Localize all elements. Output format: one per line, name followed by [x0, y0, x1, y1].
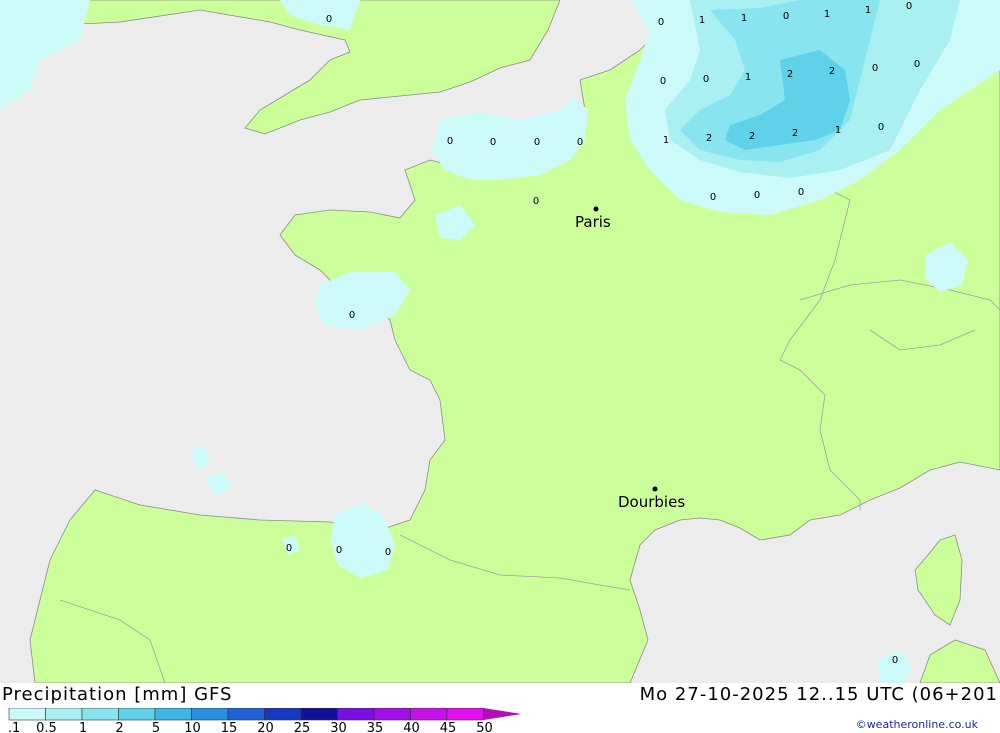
- contour-label: 0: [798, 187, 804, 198]
- legend-tick-label: 0.5: [36, 721, 57, 733]
- legend-swatch: [446, 708, 484, 721]
- contour-label: 0: [447, 136, 453, 147]
- precipitation-map: 0 0 1 1 0 1 1 0 0 0 1 2 2 0 0 0 0 0 0 1 …: [0, 0, 1000, 683]
- map-footer: Precipitation [mm] GFS Mo 27-10-2025 12.…: [0, 683, 1000, 733]
- legend-swatch: [118, 708, 156, 721]
- contour-label: 0: [703, 74, 709, 85]
- color-legend: 0.10.5125101520253035404550: [8, 708, 522, 733]
- contour-label: 0: [878, 122, 884, 133]
- legend-tick-label: 20: [257, 721, 274, 733]
- contour-label: 2: [792, 128, 798, 139]
- legend-swatch: [191, 708, 229, 721]
- legend-swatch: [337, 708, 375, 721]
- contour-label: 0: [906, 1, 912, 12]
- legend-swatch: [264, 708, 302, 721]
- contour-label: 0: [914, 59, 920, 70]
- legend-swatch: [373, 708, 411, 721]
- contour-label: 0: [286, 543, 292, 554]
- contour-label: 0: [754, 190, 760, 201]
- contour-label: 0: [660, 76, 666, 87]
- contour-label: 0: [577, 137, 583, 148]
- legend-tick-label: 10: [184, 721, 201, 733]
- contour-label: 0: [336, 545, 342, 556]
- contour-label: 1: [824, 9, 830, 20]
- legend-tick-label: 25: [294, 721, 311, 733]
- legend-tick-label: 5: [152, 721, 160, 733]
- legend-tick-label: 15: [221, 721, 238, 733]
- legend-swatch: [45, 708, 83, 721]
- legend-swatches: [8, 708, 522, 721]
- contour-label: 0: [658, 17, 664, 28]
- contour-label: 2: [706, 133, 712, 144]
- contour-label: 2: [829, 66, 835, 77]
- legend-tick-label: 35: [367, 721, 384, 733]
- contour-label: 0: [534, 137, 540, 148]
- contour-label: 0: [533, 196, 539, 207]
- contour-label: 1: [865, 5, 871, 16]
- legend-swatch: [300, 708, 338, 721]
- contour-label: 1: [663, 135, 669, 146]
- city-label-paris: Paris: [575, 213, 611, 231]
- legend-tick-label: 45: [440, 721, 457, 733]
- legend-tick-label: 40: [403, 721, 420, 733]
- legend-swatch: [483, 708, 522, 720]
- map-title: Precipitation [mm] GFS: [2, 684, 233, 705]
- legend-tick-label: 2: [115, 721, 123, 733]
- legend-tick-label: 30: [330, 721, 347, 733]
- contour-label: 0: [490, 137, 496, 148]
- city-marker-dourbies: [652, 486, 658, 492]
- contour-label: 0: [326, 14, 332, 25]
- legend-ticks: 0.10.5125101520253035404550: [8, 721, 493, 733]
- contour-label: 0: [349, 310, 355, 321]
- legend-tick-label: 0.1: [8, 721, 20, 733]
- valid-time: Mo 27-10-2025 12..15 UTC (06+201: [639, 684, 998, 705]
- contour-label: 0: [872, 63, 878, 74]
- legend-tick-label: 1: [79, 721, 87, 733]
- contour-label: 1: [699, 15, 705, 26]
- contour-label: 1: [835, 125, 841, 136]
- contour-label: 2: [749, 131, 755, 142]
- legend-swatch: [227, 708, 265, 721]
- legend-swatch: [410, 708, 448, 721]
- contour-label: 2: [787, 69, 793, 80]
- contour-label: 0: [385, 547, 391, 558]
- city-label-dourbies: Dourbies: [618, 493, 685, 511]
- contour-label: 1: [745, 72, 751, 83]
- contour-label: 1: [741, 13, 747, 24]
- contour-label: 0: [710, 192, 716, 203]
- legend-swatch: [8, 708, 46, 721]
- city-marker-paris: [593, 206, 599, 212]
- legend-swatch: [81, 708, 119, 721]
- legend-tick-label: 50: [476, 721, 493, 733]
- contour-label: 0: [783, 11, 789, 22]
- legend-swatch: [154, 708, 192, 721]
- contour-label: 0: [892, 655, 898, 666]
- credit-link[interactable]: ©weatheronline.co.uk: [856, 718, 978, 731]
